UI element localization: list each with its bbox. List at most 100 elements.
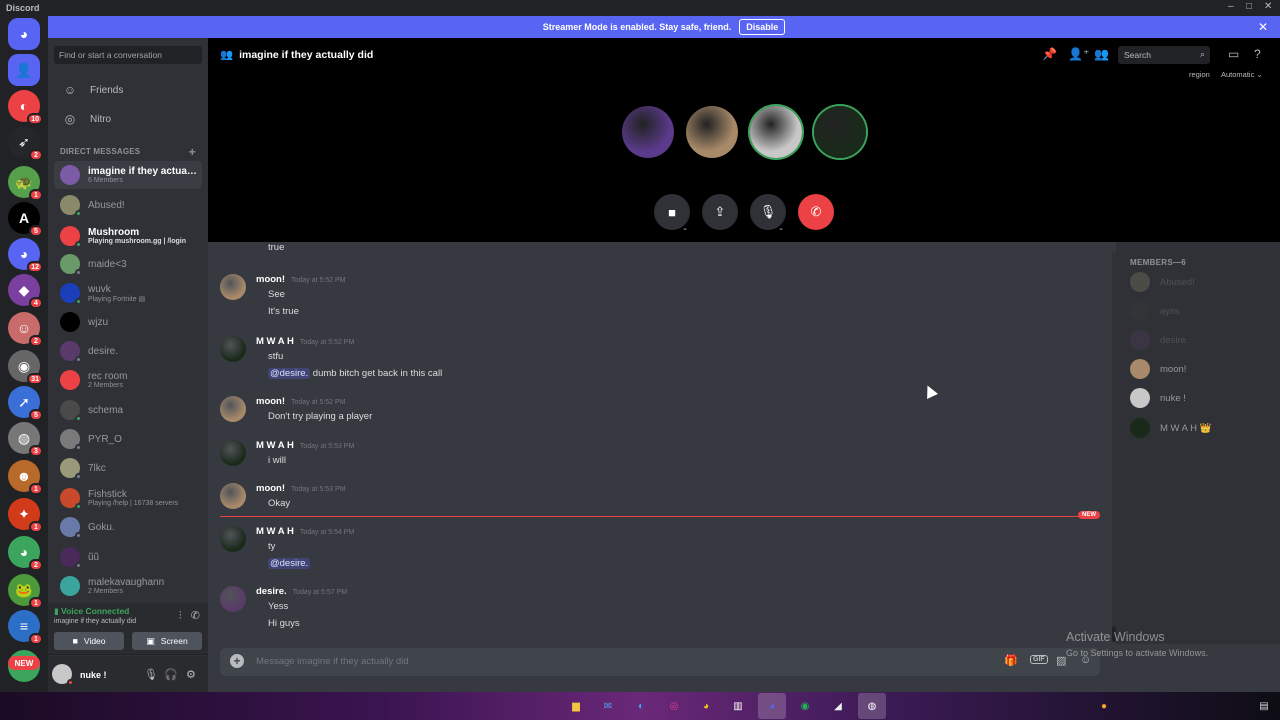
avatar[interactable]	[52, 664, 74, 686]
discord-taskbar-icon[interactable]: ◕	[758, 693, 786, 719]
dm-item[interactable]: wuvk Playing Fortnite ▤	[54, 279, 202, 307]
dm-item[interactable]: 7lkc	[54, 454, 202, 482]
server-icon[interactable]: A5	[8, 202, 43, 237]
new-unreads-pill[interactable]: NEW	[8, 656, 40, 670]
edge-icon[interactable]: ◐	[633, 698, 649, 714]
server-icon[interactable]: ◐ 10	[8, 90, 43, 125]
chevron-down-icon[interactable]: ⌄	[778, 224, 784, 232]
region-select[interactable]: Automatic ⌄	[1221, 70, 1263, 79]
add-friend-icon[interactable]: 👤⁺	[1068, 47, 1089, 61]
microphone-icon[interactable]: 🎙	[144, 668, 158, 681]
message-input[interactable]: Message imagine if they actually did	[256, 656, 409, 667]
settings-gear-icon[interactable]: ⚙	[186, 668, 196, 681]
discord-home-icon[interactable]: ◕	[8, 18, 40, 50]
server-icon[interactable]: ➚ 5	[8, 386, 43, 421]
call-participant-avatar[interactable]	[622, 106, 674, 158]
video-button[interactable]: ■ Video	[54, 632, 124, 650]
member-item[interactable]: nuke !	[1130, 386, 1270, 410]
disconnect-icon[interactable]: ✆	[191, 610, 200, 622]
dm-item[interactable]: imagine if they actually did6 Members	[54, 161, 202, 189]
gif-button[interactable]: GIF	[1030, 655, 1048, 664]
app-icon[interactable]: ◎	[666, 698, 682, 714]
obs-icon[interactable]: ◍	[858, 693, 886, 719]
dm-item[interactable]: PYR_O	[54, 425, 202, 453]
avatar[interactable]	[220, 526, 246, 552]
message-author[interactable]: moon!	[256, 483, 285, 494]
upload-plus-icon[interactable]: +	[230, 654, 244, 668]
message-author[interactable]: M W A H	[256, 336, 294, 347]
dm-item[interactable]: wjzu	[54, 308, 202, 336]
spotify-icon[interactable]: ◉	[797, 698, 813, 714]
voice-channel-name[interactable]: imagine if they actually did	[54, 618, 136, 625]
inbox-icon[interactable]: ▭	[1228, 47, 1239, 61]
chevron-down-icon[interactable]: ⌄	[682, 224, 688, 232]
nav-nitro[interactable]: ◎ Nitro	[54, 106, 202, 132]
dm-item[interactable]: malekavaughann 2 Members	[54, 572, 202, 600]
mail-icon[interactable]: ✉	[600, 698, 616, 714]
member-item[interactable]: Abused!	[1130, 270, 1270, 294]
message-author[interactable]: moon!	[256, 274, 285, 285]
message-author[interactable]: M W A H	[256, 440, 294, 451]
avatar[interactable]	[220, 274, 246, 300]
message-author[interactable]: moon!	[256, 396, 285, 407]
leave-call-button[interactable]: ✆	[798, 194, 834, 230]
server-icon[interactable]: 🐢 1	[8, 166, 43, 201]
nav-friends[interactable]: ☺ Friends	[54, 77, 202, 103]
dm-item[interactable]: Abused!	[54, 191, 202, 219]
notifications-icon[interactable]: ▤	[1256, 698, 1272, 714]
member-item[interactable]: ayss	[1130, 299, 1270, 323]
avatar[interactable]	[220, 440, 246, 466]
avatar[interactable]	[220, 396, 246, 422]
help-icon[interactable]: ?	[1254, 47, 1261, 61]
dm-item[interactable]: schema	[54, 396, 202, 424]
dm-item[interactable]: Goku.	[54, 513, 202, 541]
member-item[interactable]: M W A H 👑	[1130, 416, 1270, 440]
user-mention[interactable]: @desire.	[268, 558, 311, 569]
screen-share-button[interactable]: ▣ Screen	[132, 632, 202, 650]
server-icon[interactable]: ✦ 1	[8, 498, 43, 533]
find-conversation-input[interactable]: Find or start a conversation	[54, 46, 202, 64]
pin-icon[interactable]: 📌	[1042, 47, 1057, 61]
server-icon[interactable]: ◕ 2	[8, 536, 43, 571]
dm-item[interactable]: Fishstick Playing /help | 16738 servers	[54, 484, 202, 512]
tray-icon[interactable]: ●	[1096, 698, 1112, 714]
server-icon[interactable]: ◆ 4	[8, 274, 43, 309]
user-mention[interactable]: @desire.	[268, 368, 311, 379]
create-dm-icon[interactable]: +	[189, 145, 196, 159]
minimize-button[interactable]: –	[1228, 1, 1234, 12]
headphones-icon[interactable]: 🎧	[164, 668, 178, 681]
avatar[interactable]	[220, 586, 246, 612]
friends-icon[interactable]: 👤	[8, 54, 40, 86]
server-icon[interactable]: ☺ 2	[8, 312, 43, 347]
file-explorer-icon[interactable]: ▆	[568, 698, 584, 714]
member-item[interactable]: moon!	[1130, 357, 1270, 381]
message-author[interactable]: M W A H	[256, 526, 294, 537]
close-banner-icon[interactable]: ✕	[1258, 20, 1268, 34]
disable-streamer-button[interactable]: Disable	[739, 19, 786, 35]
dm-item[interactable]: maide<3	[54, 250, 202, 278]
close-window-button[interactable]: ✕	[1264, 1, 1272, 12]
server-icon[interactable]: ◕ 12	[8, 238, 43, 273]
member-list-icon[interactable]: 👥	[1094, 47, 1109, 61]
message-author[interactable]: desire.	[256, 586, 287, 597]
call-participant-avatar[interactable]	[814, 106, 866, 158]
noise-suppression-icon[interactable]: ⫶	[179, 610, 182, 622]
dm-item[interactable]: ũũ	[54, 543, 202, 571]
search-input[interactable]: Search ⌕	[1118, 46, 1210, 64]
server-icon[interactable]: ≡ 1	[8, 610, 43, 645]
gift-icon[interactable]: 🎁	[1004, 654, 1018, 667]
server-icon[interactable]: 🐸 1	[8, 574, 43, 609]
server-icon[interactable]: ◍ 3	[8, 422, 43, 457]
maximize-button[interactable]: □	[1246, 1, 1252, 12]
message-composer[interactable]: + Message imagine if they actually did 🎁…	[220, 648, 1100, 676]
member-item[interactable]: desire.	[1130, 328, 1270, 352]
dm-item[interactable]: desire.	[54, 337, 202, 365]
avatar[interactable]	[220, 336, 246, 362]
dm-item[interactable]: Mushroom Playing mushroom.gg | /login	[54, 222, 202, 250]
chrome-icon[interactable]: ◕	[698, 698, 714, 714]
dm-item[interactable]: rec room 2 Members	[54, 366, 202, 394]
avatar[interactable]	[220, 483, 246, 509]
epic-games-icon[interactable]: ▥	[730, 698, 746, 714]
app-icon[interactable]: ◢	[830, 698, 846, 714]
server-icon[interactable]: ◉ 31	[8, 350, 43, 385]
